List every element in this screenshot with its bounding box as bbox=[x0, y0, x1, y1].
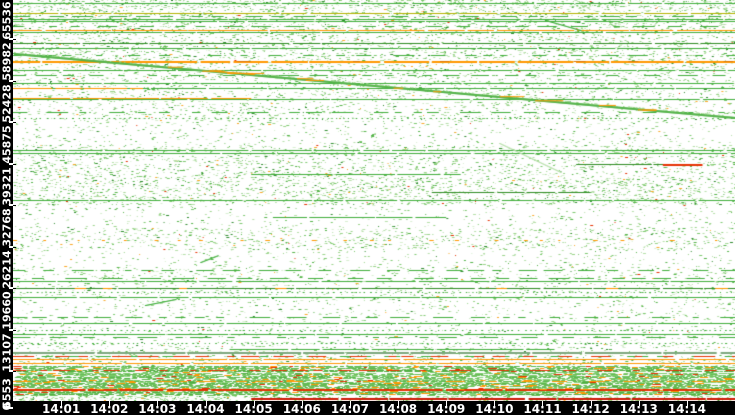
x-axis-tick-mark bbox=[157, 401, 159, 406]
y-axis-tick-label: 0 bbox=[0, 402, 14, 410]
y-axis-tick-mark bbox=[13, 163, 16, 165]
x-axis-tick-mark bbox=[446, 401, 448, 406]
scan-plot-canvas bbox=[13, 0, 735, 401]
y-axis-tick-mark bbox=[13, 371, 16, 372]
y-axis-tick-mark bbox=[13, 408, 16, 409]
y-axis-tick-label: 26214 bbox=[0, 249, 14, 289]
y-axis-tick-label: 65536 bbox=[0, 0, 14, 40]
y-axis-tick-mark bbox=[13, 80, 16, 82]
x-axis-tick-mark bbox=[301, 401, 303, 406]
y-axis-tick-mark bbox=[13, 246, 16, 248]
y-axis-tick-label: 52428 bbox=[0, 83, 14, 123]
x-axis-tick-mark bbox=[61, 401, 63, 406]
x-axis-tick-mark bbox=[686, 401, 688, 406]
x-axis-tick-mark bbox=[638, 401, 640, 406]
y-axis-tick-mark bbox=[13, 122, 16, 123]
x-axis-tick-mark bbox=[253, 401, 255, 406]
y-axis-tick-label: 13107 bbox=[0, 332, 14, 372]
x-axis-tick-mark bbox=[494, 401, 496, 406]
scan-visualization-window: 65536 58982 52428 45875 39321 32768 26214 19660… bbox=[0, 0, 735, 415]
y-axis-tick-mark bbox=[13, 288, 16, 289]
y-axis-tick-mark bbox=[13, 329, 16, 331]
y-axis-tick-label: 32768 bbox=[0, 208, 14, 247]
x-axis-tick-mark bbox=[398, 401, 400, 406]
y-axis-tick-label: 39321 bbox=[0, 166, 14, 206]
x-axis-tick-mark bbox=[590, 401, 592, 406]
y-axis-tick-mark bbox=[13, 205, 16, 206]
y-axis-tick-mark bbox=[13, 39, 16, 40]
x-axis-tick-mark bbox=[349, 401, 351, 406]
y-axis-tick-label: 45875 bbox=[0, 125, 14, 164]
x-axis-tick-mark bbox=[109, 401, 111, 406]
y-axis-tick-label: 19660 bbox=[0, 291, 14, 330]
y-axis-tick-label: 58982 bbox=[0, 42, 14, 81]
x-axis-tick-mark bbox=[205, 401, 207, 406]
x-axis-tick-mark bbox=[542, 401, 544, 406]
